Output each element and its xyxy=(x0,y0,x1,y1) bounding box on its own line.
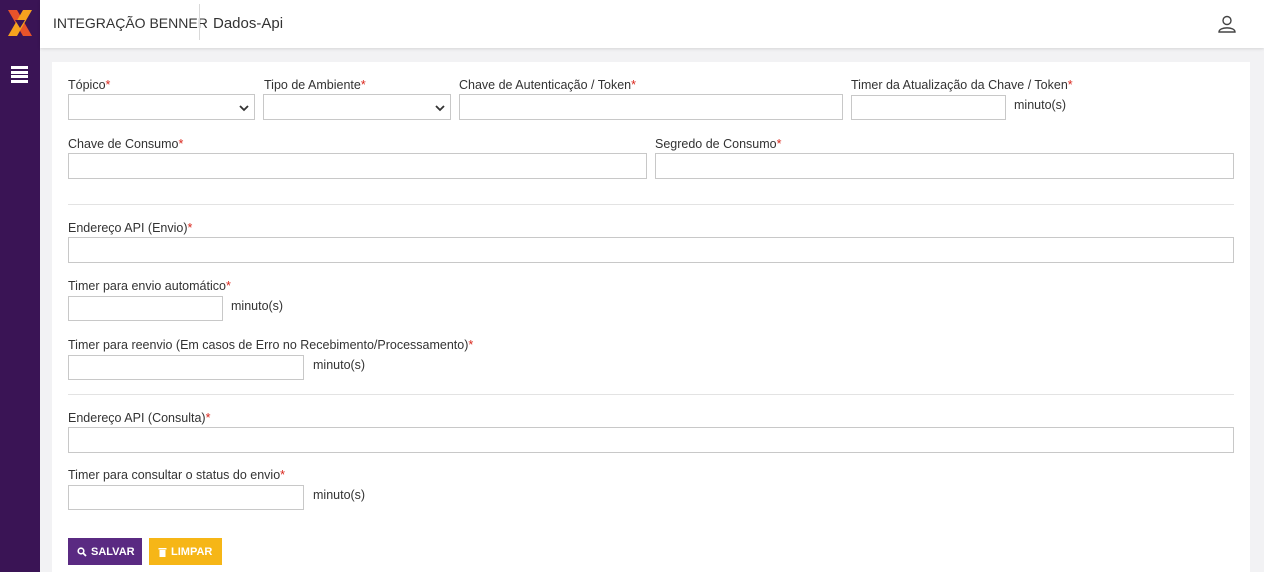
section-divider xyxy=(68,204,1234,205)
timer-consulta-label: Timer para consultar o status do envio* xyxy=(68,468,286,482)
tipo-ambiente-label: Tipo de Ambiente* xyxy=(264,78,366,92)
chave-consumo-input[interactable] xyxy=(68,153,647,179)
endereco-consulta-label: Endereço API (Consulta)* xyxy=(68,411,211,425)
sidebar xyxy=(0,0,40,572)
timer-consulta-unit: minuto(s) xyxy=(313,488,366,502)
trash-icon xyxy=(158,547,167,557)
clear-button-label: LIMPAR xyxy=(171,545,213,558)
tipo-ambiente-select[interactable] xyxy=(263,94,451,120)
chave-autenticacao-label: Chave de Autenticação / Token* xyxy=(459,78,636,92)
endereco-envio-input[interactable] xyxy=(68,237,1234,263)
timer-reenvio-unit: minuto(s) xyxy=(313,358,366,372)
timer-atualizacao-label: Timer da Atualização da Chave / Token* xyxy=(851,78,1073,92)
segredo-consumo-input[interactable] xyxy=(655,153,1234,179)
timer-atualizacao-input[interactable] xyxy=(851,95,1006,120)
user-icon[interactable] xyxy=(1217,14,1237,34)
chevron-down-icon xyxy=(435,105,445,112)
chevron-down-icon xyxy=(239,105,249,112)
page-title: Dados-Api xyxy=(213,15,284,32)
topico-label: Tópico* xyxy=(68,78,111,92)
save-button[interactable]: SALVAR xyxy=(68,538,142,565)
segredo-consumo-label: Segredo de Consumo* xyxy=(655,137,782,151)
menu-icon[interactable] xyxy=(11,66,28,83)
timer-envio-unit: minuto(s) xyxy=(231,299,284,313)
timer-envio-input[interactable] xyxy=(68,296,223,321)
clear-button[interactable]: LIMPAR xyxy=(149,538,222,565)
app-title: INTEGRAÇÃO BENNER xyxy=(53,15,208,31)
timer-reenvio-input[interactable] xyxy=(68,355,304,380)
save-button-label: SALVAR xyxy=(91,545,135,558)
timer-consulta-input[interactable] xyxy=(68,485,304,510)
timer-atualizacao-unit: minuto(s) xyxy=(1014,98,1067,112)
endereco-consulta-input[interactable] xyxy=(68,427,1234,453)
section-divider xyxy=(68,394,1234,395)
topico-select[interactable] xyxy=(68,94,255,120)
endereco-envio-label: Endereço API (Envio)* xyxy=(68,221,193,235)
search-icon xyxy=(77,546,87,557)
header-divider xyxy=(199,4,200,40)
benner-logo[interactable] xyxy=(6,8,34,38)
chave-autenticacao-input[interactable] xyxy=(459,94,843,120)
timer-reenvio-label: Timer para reenvio (Em casos de Erro no … xyxy=(68,338,474,352)
chave-consumo-label: Chave de Consumo* xyxy=(68,137,184,151)
timer-envio-label: Timer para envio automático* xyxy=(68,279,231,293)
top-bar: INTEGRAÇÃO BENNER Dados-Api xyxy=(40,0,1264,48)
